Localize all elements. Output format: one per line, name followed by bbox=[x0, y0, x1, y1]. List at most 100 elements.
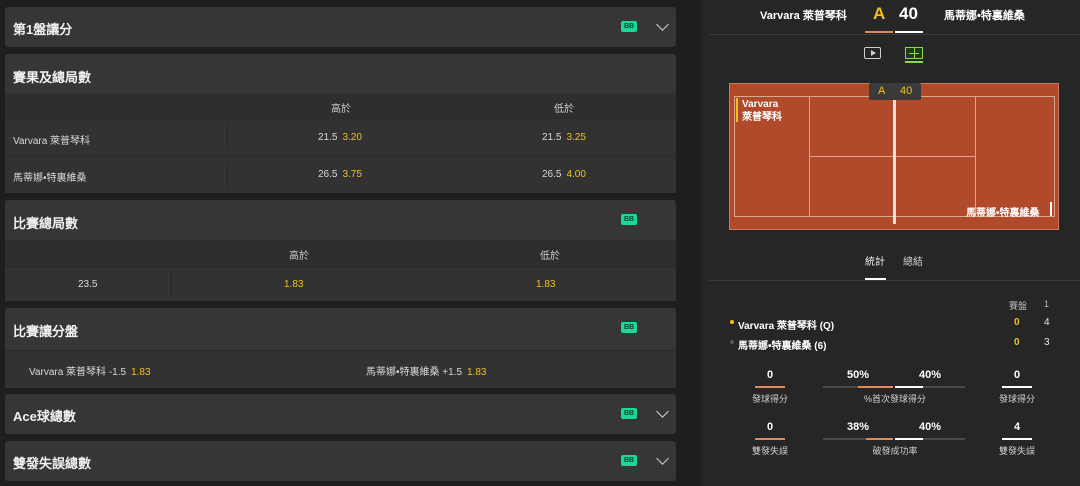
odds-button-over[interactable]: 26.5 3.75 bbox=[318, 169, 362, 180]
odds-button-under[interactable]: 21.5 3.25 bbox=[542, 132, 586, 143]
column-header-over: 高於 bbox=[289, 251, 309, 262]
stat-df-p2: 4 bbox=[1013, 421, 1021, 433]
line-value: 21.5 bbox=[318, 132, 338, 143]
market-title: 比賽總局數 bbox=[13, 216, 79, 231]
market-aces-total[interactable]: Ace球總數 BB bbox=[5, 394, 676, 434]
column-header-under: 低於 bbox=[554, 104, 574, 115]
odds-value: 1.83 bbox=[131, 367, 151, 378]
odds-value: 3.75 bbox=[342, 169, 362, 180]
court-player2-label: 馬蒂娜•特裏維桑 bbox=[966, 208, 1040, 219]
player1-set1-games: 4 bbox=[1044, 317, 1050, 328]
line-value: 26.5 bbox=[318, 169, 338, 180]
court-score-box: A 40 bbox=[869, 83, 921, 100]
player-name: 馬蒂娜•特裏維桑 bbox=[13, 173, 87, 184]
non-serving-indicator-icon bbox=[730, 340, 734, 344]
player1-name-full: Varvara 萊普琴科 (Q) bbox=[738, 321, 835, 332]
market-title: 雙發失誤總數 bbox=[13, 456, 92, 471]
tab-summary[interactable]: 總結 bbox=[903, 253, 923, 268]
odds-button-away[interactable]: 馬蒂娜•特裏維桑 +1.5 1.83 bbox=[366, 363, 487, 378]
bp-bar-p2 bbox=[895, 438, 923, 440]
court-score-a: A bbox=[878, 85, 886, 97]
market-set1-handicap[interactable]: 第1盤讓分 BB bbox=[5, 7, 676, 47]
player2-name-full: 馬蒂娜•特裏維桑 (6) bbox=[738, 341, 827, 352]
odds-button-under[interactable]: 26.5 4.00 bbox=[542, 169, 586, 180]
market-title: Ace球總數 bbox=[13, 409, 76, 424]
line-value: 23.5 bbox=[78, 279, 98, 290]
stat-df-p1: 0 bbox=[766, 421, 774, 433]
court-player1-line1: Varvara bbox=[742, 99, 779, 110]
court-view-icon[interactable] bbox=[905, 47, 923, 59]
markets-panel: 第1盤讓分 BB 賽果及總局數 高於 低於 Varvara 萊普琴科 21.5 3… bbox=[0, 0, 700, 486]
player1-name: Varvara 萊普琴科 bbox=[760, 10, 847, 22]
table-row: 23.5 1.83 1.83 bbox=[5, 266, 676, 301]
scoreboard-panel bbox=[701, 0, 1080, 486]
handicap-label: 馬蒂娜•特裏維桑 +1.5 bbox=[366, 367, 463, 378]
stat-aces-label-p1: 發球得分 bbox=[751, 394, 788, 404]
stat-bp-label: 破發成功率 bbox=[872, 446, 918, 456]
stat-aces-label-p2: 發球得分 bbox=[998, 394, 1035, 404]
bet-builder-badge: BB bbox=[621, 322, 637, 333]
column-header-row: 高於 低於 bbox=[5, 240, 676, 266]
line-value: 21.5 bbox=[542, 132, 562, 143]
column-header-set1: 1 bbox=[1044, 299, 1050, 309]
court-score-40: 40 bbox=[900, 85, 913, 97]
bp-bar-p1 bbox=[866, 438, 893, 440]
net bbox=[893, 94, 896, 224]
column-header-under: 低於 bbox=[540, 251, 560, 262]
stat-bp-p1: 38% bbox=[846, 421, 870, 433]
court-player1-line2: 萊普琴科 bbox=[742, 112, 782, 123]
stat-aces-p1: 0 bbox=[766, 369, 774, 381]
table-row: 馬蒂娜•特裏維桑 26.5 3.75 26.5 4.00 bbox=[5, 156, 676, 193]
market-title: 比賽讓分盤 bbox=[13, 324, 79, 339]
stat-first-serve-label: %首次發球得分 bbox=[863, 394, 926, 404]
odds-button-under[interactable]: 1.83 bbox=[536, 279, 555, 290]
market-result-total-games: 賽果及總局數 高於 低於 Varvara 萊普琴科 21.5 3.20 21.5 3… bbox=[5, 54, 676, 193]
table-row: Varvara 萊普琴科 21.5 3.20 21.5 3.25 bbox=[5, 118, 676, 156]
serving-indicator-icon bbox=[730, 320, 734, 324]
line-value: 26.5 bbox=[542, 169, 562, 180]
odds-value: 1.83 bbox=[467, 367, 487, 378]
player1-sets: 0 bbox=[1014, 317, 1020, 328]
chevron-down-icon[interactable] bbox=[656, 18, 669, 31]
chevron-down-icon[interactable] bbox=[656, 452, 669, 465]
column-header-over: 高於 bbox=[331, 104, 351, 115]
player2-sets: 0 bbox=[1014, 337, 1020, 348]
video-icon[interactable] bbox=[864, 47, 881, 59]
player1-underline bbox=[865, 31, 893, 33]
market-title: 賽果及總局數 bbox=[13, 70, 92, 85]
handicap-label: Varvara 萊普琴科 -1.5 bbox=[29, 367, 127, 378]
odds-value: 3.25 bbox=[566, 132, 586, 143]
player-name: Varvara 萊普琴科 bbox=[13, 136, 91, 147]
tab-stats[interactable]: 統計 bbox=[865, 253, 885, 268]
table-row: Varvara 萊普琴科 -1.5 1.83 馬蒂娜•特裏維桑 +1.5 1.83 bbox=[5, 350, 676, 388]
first-serve-bar-p1 bbox=[858, 386, 893, 388]
player2-underline bbox=[895, 31, 923, 33]
stat-aces-p2: 0 bbox=[1013, 369, 1021, 381]
market-match-handicap: 比賽讓分盤 BB Varvara 萊普琴科 -1.5 1.83 馬蒂娜•特裏維桑 … bbox=[5, 308, 676, 388]
chevron-down-icon[interactable] bbox=[656, 405, 669, 418]
bet-builder-badge: BB bbox=[621, 455, 637, 466]
stat-df-label-p2: 雙發失誤 bbox=[998, 446, 1035, 456]
stat-first-serve-p1: 50% bbox=[846, 369, 870, 381]
odds-button-over[interactable]: 1.83 bbox=[284, 279, 303, 290]
market-double-faults-total[interactable]: 雙發失誤總數 BB bbox=[5, 441, 676, 481]
bet-builder-badge: BB bbox=[621, 214, 637, 225]
column-header-sets: 賽盤 bbox=[1009, 301, 1028, 311]
bet-builder-badge: BB bbox=[621, 408, 637, 419]
odds-button-over[interactable]: 21.5 3.20 bbox=[318, 132, 362, 143]
player2-set1-games: 3 bbox=[1044, 337, 1050, 348]
column-header-row: 高於 低於 bbox=[5, 94, 676, 118]
market-title: 第1盤讓分 bbox=[13, 22, 73, 37]
odds-value: 3.20 bbox=[342, 132, 362, 143]
player2-game-score: 40 bbox=[899, 4, 918, 23]
odds-button-home[interactable]: Varvara 萊普琴科 -1.5 1.83 bbox=[29, 363, 151, 378]
stat-bp-p2: 40% bbox=[918, 421, 942, 433]
player1-game-score: A bbox=[873, 4, 886, 23]
odds-value: 4.00 bbox=[566, 169, 586, 180]
bet-builder-badge: BB bbox=[621, 21, 637, 32]
stat-df-label-p1: 雙發失誤 bbox=[751, 446, 788, 456]
first-serve-bar-p2 bbox=[895, 386, 923, 388]
court-player1-label: Varvara 萊普琴科 bbox=[742, 98, 782, 124]
market-match-total-games: 比賽總局數 BB 高於 低於 23.5 1.83 1.83 bbox=[5, 200, 676, 301]
stat-first-serve-p2: 40% bbox=[918, 369, 942, 381]
